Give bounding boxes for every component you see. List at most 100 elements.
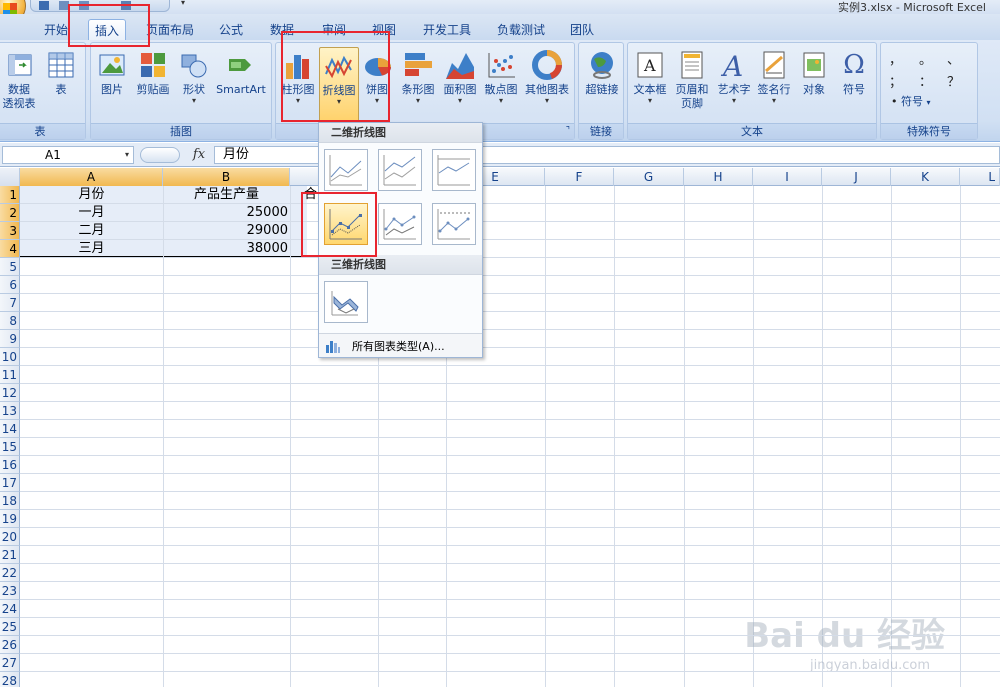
row-header-6[interactable]: 6 <box>0 276 20 294</box>
tab-insert[interactable]: 插入 <box>88 19 127 41</box>
tab-home[interactable]: 开始 <box>44 21 68 38</box>
special-symbol-button[interactable]: • 符号 ▾ <box>891 93 931 109</box>
qat-customize-icon[interactable]: ▾ <box>181 0 185 7</box>
tab-page-layout[interactable]: 页面布局 <box>146 21 194 38</box>
symbol-semicolon[interactable]: ； <box>889 71 902 90</box>
row-header-5[interactable]: 5 <box>0 258 20 276</box>
row-header-2[interactable]: 2 <box>0 204 20 222</box>
row-header-18[interactable]: 18 <box>0 492 20 510</box>
row-header-24[interactable]: 24 <box>0 600 20 618</box>
stacked-line-thumbnail[interactable] <box>378 149 422 191</box>
tab-view[interactable]: 视图 <box>372 21 396 38</box>
row-header-3[interactable]: 3 <box>0 222 20 240</box>
symbol-button[interactable]: Ω 符号 <box>834 49 874 97</box>
row-header-10[interactable]: 10 <box>0 348 20 366</box>
row-header-15[interactable]: 15 <box>0 438 20 456</box>
row-header-28[interactable]: 28 <box>0 672 20 687</box>
column-header-f[interactable]: F <box>545 168 614 186</box>
row-header-7[interactable]: 7 <box>0 294 20 312</box>
other-charts-button[interactable]: 其他图表 ▾ <box>522 49 572 105</box>
save-icon[interactable] <box>39 1 49 10</box>
undo-icon[interactable] <box>59 1 69 10</box>
line-chart-button[interactable]: 折线图 ▾ <box>319 47 359 127</box>
line-chart-thumbnail[interactable] <box>324 149 368 191</box>
column-header-j[interactable]: J <box>822 168 891 186</box>
object-button[interactable]: 对象 <box>796 49 832 97</box>
signature-line-button[interactable]: 签名行 ▾ <box>754 49 794 105</box>
print-icon[interactable] <box>121 1 131 10</box>
pie-chart-button[interactable]: 饼图 ▾ <box>362 49 392 105</box>
3d-line-thumbnail[interactable] <box>324 281 368 323</box>
row-header-14[interactable]: 14 <box>0 420 20 438</box>
row-header-17[interactable]: 17 <box>0 474 20 492</box>
charts-dialog-launcher-icon[interactable]: ⌝ <box>566 124 570 139</box>
row-header-12[interactable]: 12 <box>0 384 20 402</box>
tab-review[interactable]: 审阅 <box>322 21 346 38</box>
row-header-13[interactable]: 13 <box>0 402 20 420</box>
cell-b2[interactable]: 25000 <box>163 204 290 222</box>
formula-bar-expand-handle[interactable] <box>140 147 180 163</box>
tab-data[interactable]: 数据 <box>270 21 294 38</box>
insert-function-icon[interactable]: fx <box>186 146 212 164</box>
row-header-9[interactable]: 9 <box>0 330 20 348</box>
cell-a1[interactable]: 月份 <box>20 186 163 204</box>
column-chart-button[interactable]: 柱形图 ▾ <box>278 49 318 105</box>
area-chart-button[interactable]: 面积图 ▾ <box>440 49 480 105</box>
cell-b4[interactable]: 38000 <box>163 240 290 258</box>
row-header-27[interactable]: 27 <box>0 654 20 672</box>
cell-b1[interactable]: 产品生产量 <box>163 186 290 204</box>
pivot-table-button[interactable]: 数据 透视表 <box>0 49 39 111</box>
cell-b3[interactable]: 29000 <box>163 222 290 240</box>
column-header-a[interactable]: A <box>20 168 163 186</box>
tab-developer[interactable]: 开发工具 <box>423 21 471 38</box>
table-button[interactable]: 表 <box>43 49 79 97</box>
percent-stacked-line-with-markers-thumbnail[interactable] <box>432 203 476 245</box>
row-header-25[interactable]: 25 <box>0 618 20 636</box>
select-all-corner[interactable] <box>0 168 20 186</box>
textbox-button[interactable]: A 文本框 ▾ <box>630 49 670 105</box>
redo-icon[interactable] <box>79 1 89 10</box>
row-header-8[interactable]: 8 <box>0 312 20 330</box>
symbol-comma[interactable]: ， <box>889 49 902 68</box>
tab-formulas[interactable]: 公式 <box>219 21 243 38</box>
row-header-20[interactable]: 20 <box>0 528 20 546</box>
row-header-16[interactable]: 16 <box>0 456 20 474</box>
symbol-enum-comma[interactable]: 、 <box>947 49 960 68</box>
picture-button[interactable]: 图片 <box>95 49 129 97</box>
row-header-11[interactable]: 11 <box>0 366 20 384</box>
tab-load-test[interactable]: 负载测试 <box>497 21 545 38</box>
shapes-button[interactable]: 形状 ▾ <box>177 49 211 105</box>
percent-stacked-line-thumbnail[interactable] <box>432 149 476 191</box>
symbol-question[interactable]: ？ <box>947 71 960 90</box>
row-header-19[interactable]: 19 <box>0 510 20 528</box>
clipart-button[interactable]: 剪贴画 <box>133 49 173 97</box>
symbol-period[interactable]: 。 <box>919 49 932 68</box>
column-header-g[interactable]: G <box>614 168 684 186</box>
row-header-22[interactable]: 22 <box>0 564 20 582</box>
row-header-21[interactable]: 21 <box>0 546 20 564</box>
all-chart-types-button[interactable]: 所有图表类型(A)... <box>319 333 482 357</box>
column-header-i[interactable]: I <box>753 168 822 186</box>
column-header-l[interactable]: L <box>960 168 1000 186</box>
row-header-26[interactable]: 26 <box>0 636 20 654</box>
header-footer-button[interactable]: 页眉和 页脚 <box>672 49 712 111</box>
symbol-colon[interactable]: ： <box>919 71 932 90</box>
column-header-h[interactable]: H <box>684 168 753 186</box>
smartart-button[interactable]: SmartArt <box>213 49 269 97</box>
cell-a2[interactable]: 一月 <box>20 204 163 222</box>
column-header-b[interactable]: B <box>163 168 290 186</box>
bar-chart-button[interactable]: 条形图 ▾ <box>398 49 438 105</box>
cell-a3[interactable]: 二月 <box>20 222 163 240</box>
column-header-k[interactable]: K <box>891 168 960 186</box>
name-box-dropdown-icon[interactable]: ▾ <box>125 147 129 163</box>
row-header-4[interactable]: 4 <box>0 240 20 258</box>
scatter-chart-button[interactable]: 散点图 ▾ <box>481 49 521 105</box>
hyperlink-button[interactable]: 超链接 <box>581 49 623 97</box>
worksheet-grid[interactable]: A B C D E F G H I J K L 1234567891011121… <box>0 168 1000 687</box>
line-with-markers-thumbnail[interactable] <box>324 203 368 245</box>
row-header-1[interactable]: 1 <box>0 186 20 204</box>
tab-team[interactable]: 团队 <box>570 21 594 38</box>
stacked-line-with-markers-thumbnail[interactable] <box>378 203 422 245</box>
row-header-23[interactable]: 23 <box>0 582 20 600</box>
wordart-button[interactable]: A 艺术字 ▾ <box>714 49 754 105</box>
